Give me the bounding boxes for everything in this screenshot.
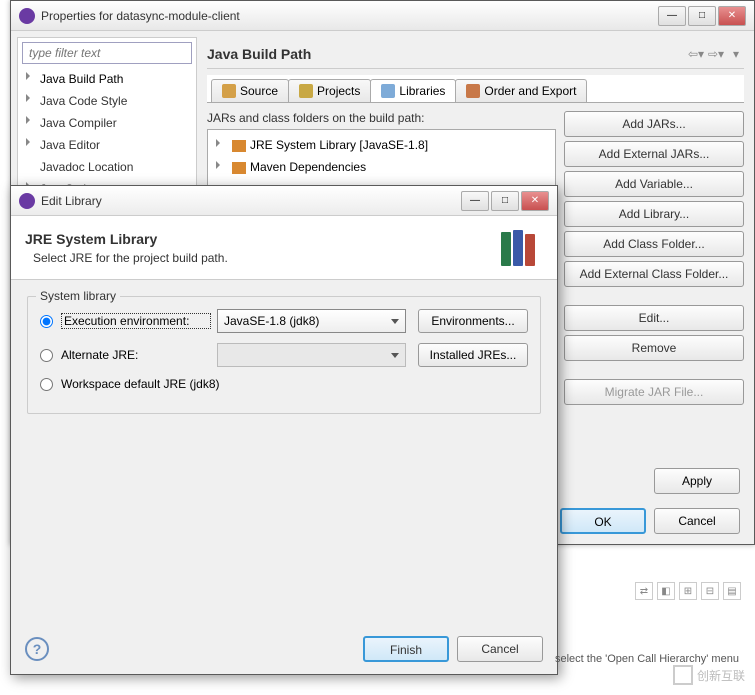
chevron-down-icon (391, 319, 399, 324)
tree-item[interactable]: Java Editor (22, 134, 192, 156)
alternate-jre-radio[interactable] (40, 349, 53, 362)
installed-jres-button[interactable]: Installed JREs... (418, 343, 528, 367)
window-title: Properties for datasync-module-client (41, 9, 658, 23)
modal-title: JRE System Library (25, 231, 495, 247)
finish-button[interactable]: Finish (363, 636, 449, 662)
apply-button[interactable]: Apply (654, 468, 740, 494)
modal-header: JRE System Library Select JRE for the pr… (11, 216, 557, 280)
proj-icon (299, 84, 313, 98)
workspace-default-label: Workspace default JRE (jdk8) (61, 377, 220, 391)
group-label: System library (36, 289, 120, 303)
app-icon (19, 8, 35, 24)
edit-button[interactable]: Edit... (564, 305, 744, 331)
app-icon (19, 193, 35, 209)
tab-libraries[interactable]: Libraries (370, 79, 456, 102)
chevron-down-icon (391, 353, 399, 358)
category-tree: Java Build PathJava Code StyleJava Compi… (22, 68, 192, 200)
add-external-jars-button[interactable]: Add External JARs... (564, 141, 744, 167)
tree-item[interactable]: Javadoc Location (22, 156, 192, 178)
tree-item[interactable]: Java Code Style (22, 90, 192, 112)
jar-list-label: JARs and class folders on the build path… (207, 111, 556, 125)
window-controls: — □ ✕ (658, 6, 746, 26)
button-column: Add JARs... Add External JARs... Add Var… (564, 111, 744, 528)
add-variable-button[interactable]: Add Variable... (564, 171, 744, 197)
ok-button[interactable]: OK (560, 508, 646, 534)
forward-icon[interactable]: ⇨▾ (708, 47, 724, 61)
hierarchy-icon[interactable]: ⊞ (679, 582, 697, 600)
link-icon[interactable]: ⇄ (635, 582, 653, 600)
system-library-group: System library Execution environment: Ja… (27, 296, 541, 414)
close-button[interactable]: ✕ (718, 6, 746, 26)
menu-icon[interactable]: ▾ (728, 47, 744, 61)
library-icon (232, 140, 246, 152)
filter-input[interactable] (22, 42, 192, 64)
close-button[interactable]: ✕ (521, 191, 549, 211)
back-icon[interactable]: ⇦▾ (688, 47, 704, 61)
main-titlebar[interactable]: Properties for datasync-module-client — … (11, 1, 754, 31)
tree-item[interactable]: Java Compiler (22, 112, 192, 134)
alternate-jre-combo (217, 343, 406, 367)
cancel-button[interactable]: Cancel (654, 508, 740, 534)
alternate-jre-label: Alternate JRE: (61, 348, 211, 362)
ord-icon (466, 84, 480, 98)
modal-window-controls: — □ ✕ (461, 191, 549, 211)
tree-item[interactable]: Java Build Path (22, 68, 192, 90)
modal-cancel-button[interactable]: Cancel (457, 636, 543, 662)
execution-env-radio[interactable] (40, 315, 53, 328)
brand-text: 创新互联 (697, 667, 745, 684)
modal-description: Select JRE for the project build path. (25, 251, 495, 265)
add-class-folder-button[interactable]: Add Class Folder... (564, 231, 744, 257)
execution-env-combo[interactable]: JavaSE-1.8 (jdk8) (217, 309, 406, 333)
tab-order-and-export[interactable]: Order and Export (455, 79, 587, 102)
minimize-button[interactable]: — (658, 6, 686, 26)
maximize-button[interactable]: □ (688, 6, 716, 26)
execution-env-value: JavaSE-1.8 (jdk8) (224, 314, 319, 328)
execution-env-label: Execution environment: (61, 313, 211, 329)
library-icon (232, 162, 246, 174)
jar-item[interactable]: Maven Dependencies (212, 156, 551, 178)
library-icon (495, 224, 543, 272)
tabs-row: SourceProjectsLibrariesOrder and Export (207, 75, 744, 103)
tree-icon[interactable]: ◧ (657, 582, 675, 600)
add-external-class-folder-button[interactable]: Add External Class Folder... (564, 261, 744, 287)
migrate-button: Migrate JAR File... (564, 379, 744, 405)
jar-item[interactable]: JRE System Library [JavaSE-1.8] (212, 134, 551, 156)
minimize-button[interactable]: — (461, 191, 489, 211)
add-jars-button[interactable]: Add JARs... (564, 111, 744, 137)
add-library-button[interactable]: Add Library... (564, 201, 744, 227)
nav-arrows: ⇦▾ ⇨▾ ▾ (688, 47, 744, 61)
environments-button[interactable]: Environments... (418, 309, 528, 333)
page-title: Java Build Path (207, 46, 688, 62)
maximize-button[interactable]: □ (491, 191, 519, 211)
toolbar-icons: ⇄ ◧ ⊞ ⊟ ▤ (635, 582, 741, 600)
list-icon[interactable]: ⊟ (701, 582, 719, 600)
collapse-icon[interactable]: ▤ (723, 582, 741, 600)
src-icon (222, 84, 236, 98)
modal-titlebar[interactable]: Edit Library — □ ✕ (11, 186, 557, 216)
remove-button[interactable]: Remove (564, 335, 744, 361)
help-icon[interactable]: ? (25, 637, 49, 661)
tab-source[interactable]: Source (211, 79, 289, 102)
workspace-default-radio[interactable] (40, 378, 53, 391)
edit-library-dialog: Edit Library — □ ✕ JRE System Library Se… (10, 185, 558, 675)
hint-text: select the 'Open Call Hierarchy' menu (555, 653, 755, 665)
brand-logo-icon (673, 665, 693, 685)
lib-icon (381, 84, 395, 98)
watermark: 创新互联 (673, 665, 745, 685)
modal-window-title: Edit Library (41, 194, 461, 208)
tab-projects[interactable]: Projects (288, 79, 371, 102)
